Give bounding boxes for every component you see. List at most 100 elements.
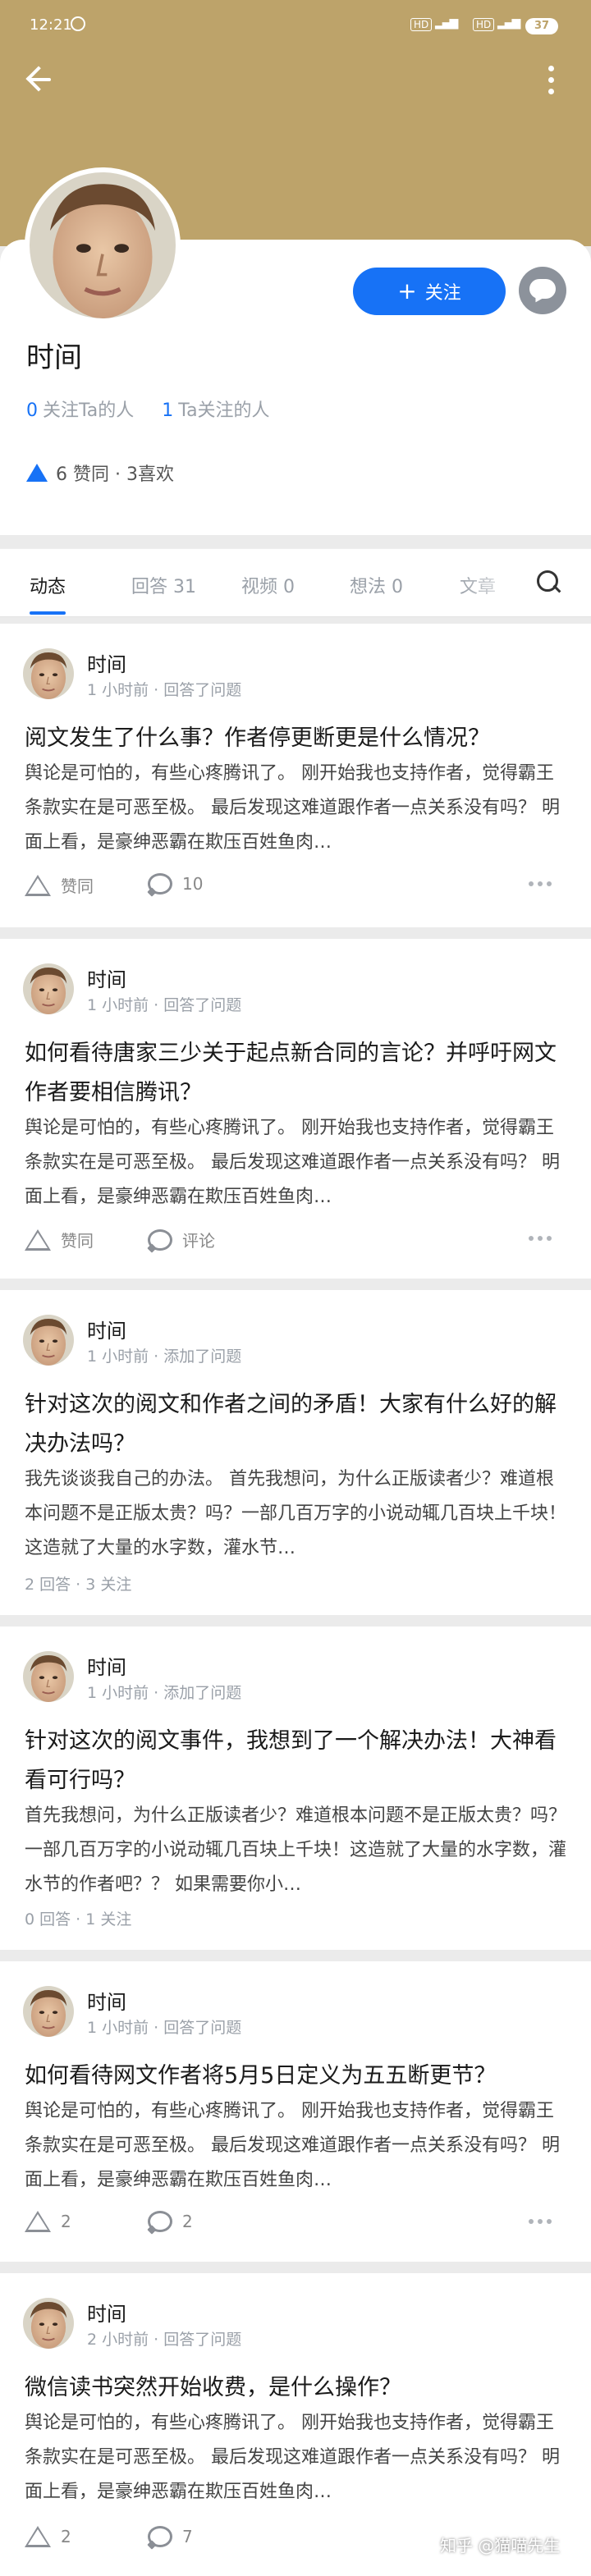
card-title[interactable]: 阅文发生了什么事？作者停更断更是什么情况？: [25, 719, 570, 758]
likes-row: 6 赞同 · 3喜欢: [26, 460, 174, 486]
card-actions: 2 2: [25, 2211, 566, 2244]
plus-icon: +: [397, 277, 417, 304]
feed-card[interactable]: 时间 1 小时前 · 添加了问题 针对这次的阅文和作者之间的矛盾！大家有什么好的…: [0, 1290, 591, 1615]
active-tab-indicator: [30, 611, 66, 615]
status-time: 12:21: [30, 16, 72, 34]
hd-signal-icon: HD: [410, 18, 433, 31]
avatar[interactable]: [23, 1315, 74, 1366]
card-excerpt[interactable]: 舆论是可怕的，有些心疼腾讯了。 刚开始我也支持作者，觉得霸王条款实在是可恶至极。…: [25, 1111, 570, 1215]
card-meta: 1 小时前 · 添加了问题: [87, 1684, 242, 1702]
card-author[interactable]: 时间: [87, 963, 126, 992]
followers-count: 1: [162, 400, 174, 421]
card-excerpt[interactable]: 首先我想问，为什么正版读者少？难道根本问题不是正版太贵？吗？一部几百万字的小说动…: [25, 1799, 570, 1902]
avatar[interactable]: [23, 648, 74, 699]
card-excerpt[interactable]: 舆论是可怕的，有些心疼腾讯了。 刚开始我也支持作者，觉得霸王条款实在是可恶至极。…: [25, 2406, 570, 2510]
card-author[interactable]: 时间: [87, 1315, 126, 1343]
vote-label: 赞同: [61, 876, 94, 896]
status-bar: 12:21 HD ▂▄▆ HD ▂▄▆ 37: [0, 0, 591, 53]
comment-button[interactable]: 10: [148, 873, 203, 895]
user-name: 时间: [26, 341, 82, 374]
feed-card[interactable]: 时间 2 小时前 · 回答了问题 微信读书突然开始收费，是什么操作？ 舆论是可怕…: [0, 2273, 591, 2576]
upvote-icon: [25, 2526, 51, 2547]
feed-card[interactable]: 时间 1 小时前 · 回答了问题 如何看待唐家三少关于起点新合同的言论？并呼吁网…: [0, 939, 591, 1279]
avatar[interactable]: [23, 1651, 74, 1702]
card-meta: 1 小时前 · 回答了问题: [87, 681, 242, 699]
card-title[interactable]: 如何看待网文作者将5月5日定义为五五断更节？: [25, 2057, 570, 2096]
comment-label: 2: [182, 2212, 193, 2231]
avatar[interactable]: [25, 167, 181, 323]
card-author[interactable]: 时间: [87, 1986, 126, 2015]
avatar[interactable]: [23, 963, 74, 1014]
upvote-icon: [25, 2211, 51, 2232]
vote-button[interactable]: 赞同: [25, 873, 94, 897]
tab-answers[interactable]: 回答 31: [131, 572, 196, 598]
card-meta: 1 小时前 · 回答了问题: [87, 2019, 242, 2037]
more-vertical-icon[interactable]: [542, 62, 561, 98]
comment-button[interactable]: 2: [148, 2211, 193, 2232]
search-icon[interactable]: [537, 570, 561, 595]
followers-stat[interactable]: 1 Ta关注的人: [162, 396, 269, 422]
upvote-icon: [26, 464, 48, 482]
comment-icon: [148, 873, 172, 895]
more-horizontal-icon[interactable]: [529, 881, 553, 888]
card-title[interactable]: 针对这次的阅文事件，我想到了一个解决办法！大神看看可行吗？: [25, 1722, 570, 1800]
comment-icon: [148, 1229, 172, 1251]
vote-button[interactable]: 2: [25, 2526, 71, 2547]
vote-button[interactable]: 赞同: [25, 1228, 94, 1251]
follow-button[interactable]: + 关注: [353, 268, 506, 315]
card-excerpt[interactable]: 舆论是可怕的，有些心疼腾讯了。 刚开始我也支持作者，觉得霸王条款实在是可恶至极。…: [25, 757, 570, 860]
tab-fade: [460, 549, 525, 616]
following-label: 关注Ta的人: [43, 400, 135, 421]
card-stats: 2 回答 · 3 关注: [25, 1576, 132, 1594]
profile-tabs: 动态 回答 31 视频 0 想法 0 文章: [0, 548, 591, 617]
follow-button-label: 关注: [424, 283, 461, 304]
feed-card[interactable]: 时间 1 小时前 · 回答了问题 如何看待网文作者将5月5日定义为五五断更节？ …: [0, 1961, 591, 2262]
tab-activity[interactable]: 动态: [30, 572, 66, 598]
comment-label: 10: [182, 874, 204, 894]
hd-signal-icon-2: HD: [473, 18, 495, 31]
follow-stats: 0 关注Ta的人 1 Ta关注的人: [26, 396, 270, 422]
vote-label: 2: [61, 2212, 71, 2231]
back-arrow-icon[interactable]: [25, 62, 61, 98]
card-author[interactable]: 时间: [87, 1651, 126, 1680]
card-title[interactable]: 针对这次的阅文和作者之间的矛盾！大家有什么好的解决办法吗？: [25, 1385, 570, 1464]
comment-icon: [148, 2526, 172, 2547]
comment-button[interactable]: 7: [148, 2526, 193, 2547]
card-meta: 1 小时前 · 回答了问题: [87, 996, 242, 1014]
card-title[interactable]: 如何看待唐家三少关于起点新合同的言论？并呼吁网文作者要相信腾讯？: [25, 1034, 570, 1113]
following-count: 0: [26, 400, 38, 421]
battery-icon: 37: [525, 18, 558, 34]
following-stat[interactable]: 0 关注Ta的人: [26, 396, 134, 422]
avatar[interactable]: [23, 2298, 74, 2349]
tab-thoughts[interactable]: 想法 0: [350, 572, 403, 598]
followers-label: Ta关注的人: [178, 400, 270, 421]
card-author[interactable]: 时间: [87, 2298, 126, 2327]
comment-label: 7: [182, 2527, 193, 2546]
signal-bars-icon-2: ▂▄▆: [497, 16, 520, 30]
alarm-icon: [71, 16, 85, 31]
tab-videos[interactable]: 视频 0: [241, 572, 295, 598]
vote-label: 2: [61, 2527, 71, 2546]
card-meta: 1 小时前 · 添加了问题: [87, 1347, 242, 1366]
vote-label: 赞同: [61, 1231, 94, 1251]
card-meta: 2 小时前 · 回答了问题: [87, 2331, 242, 2349]
comment-button[interactable]: 评论: [148, 1228, 215, 1251]
upvote-icon: [25, 1229, 51, 1251]
watermark: 知乎 @猫喵先生: [440, 2536, 561, 2555]
card-stats: 0 回答 · 1 关注: [25, 1910, 132, 1929]
message-icon[interactable]: [519, 267, 566, 314]
card-excerpt[interactable]: 舆论是可怕的，有些心疼腾讯了。 刚开始我也支持作者，觉得霸王条款实在是可恶至极。…: [25, 2094, 570, 2198]
comment-label: 评论: [182, 1231, 215, 1251]
card-title[interactable]: 微信读书突然开始收费，是什么操作？: [25, 2368, 570, 2408]
more-horizontal-icon[interactable]: [529, 2219, 553, 2226]
likes-text: 6 赞同 · 3喜欢: [56, 464, 174, 485]
comment-icon: [148, 2211, 172, 2232]
card-excerpt[interactable]: 我先谈谈我自己的办法。 首先我想问，为什么正版读者少？难道根本问题不是正版太贵？…: [25, 1462, 570, 1566]
avatar[interactable]: [23, 1986, 74, 2037]
more-horizontal-icon[interactable]: [529, 1236, 553, 1242]
vote-button[interactable]: 2: [25, 2211, 71, 2232]
card-actions: 赞同 评论: [25, 1228, 566, 1261]
feed-card[interactable]: 时间 1 小时前 · 添加了问题 针对这次的阅文事件，我想到了一个解决办法！大神…: [0, 1627, 591, 1950]
feed-card[interactable]: 时间 1 小时前 · 回答了问题 阅文发生了什么事？作者停更断更是什么情况？ 舆…: [0, 624, 591, 927]
card-author[interactable]: 时间: [87, 648, 126, 677]
